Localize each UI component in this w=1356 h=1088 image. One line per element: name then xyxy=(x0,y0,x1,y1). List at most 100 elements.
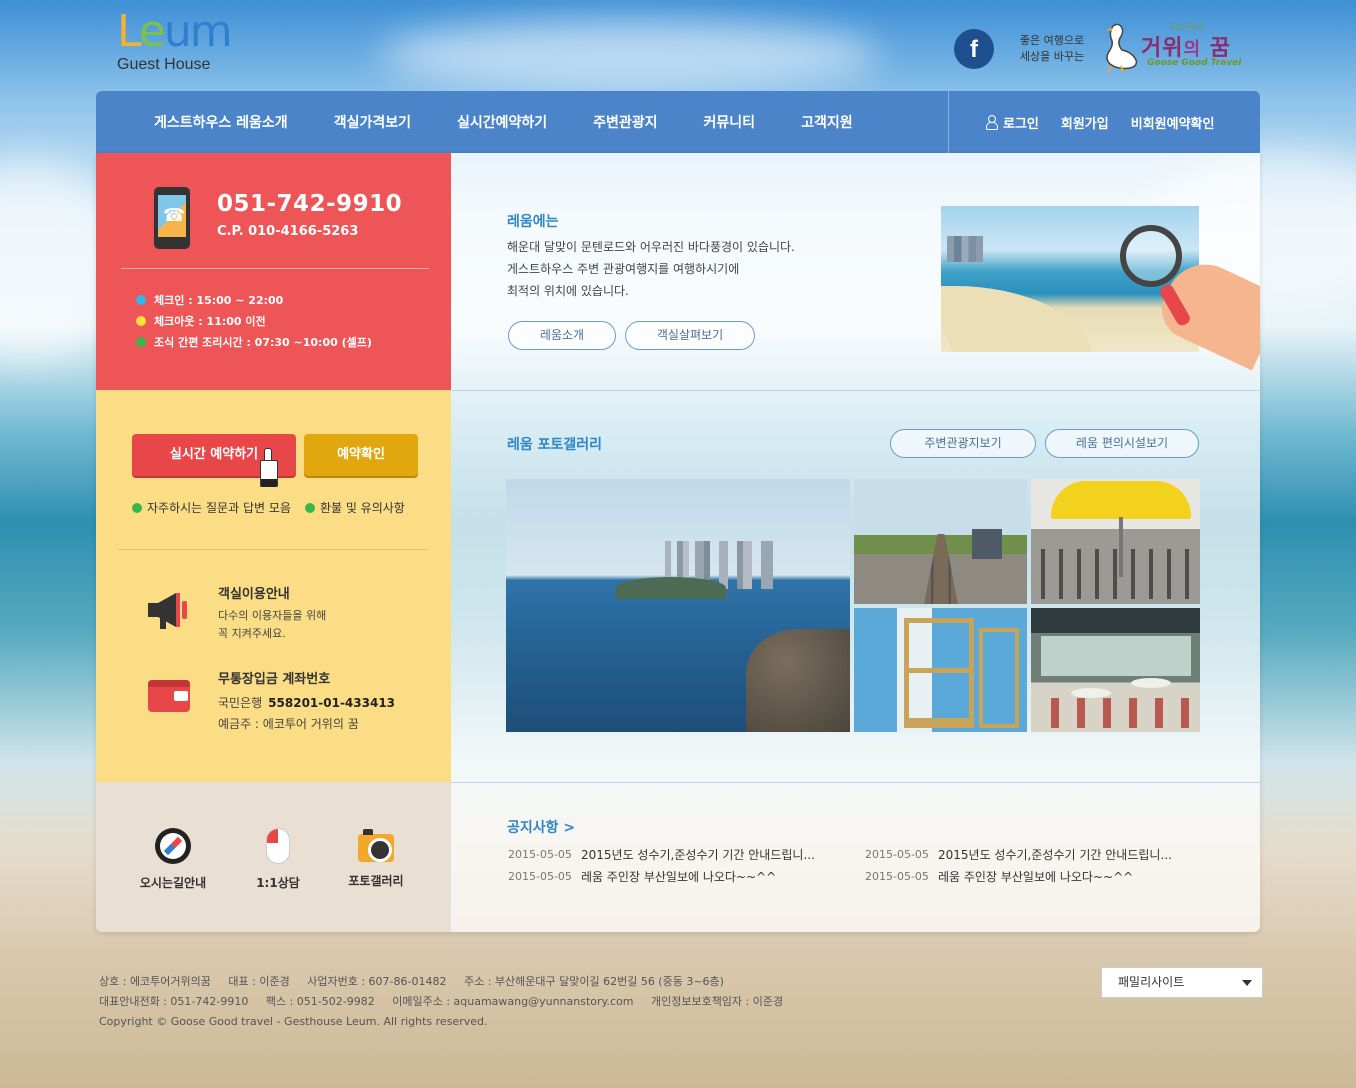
gallery-photo-main[interactable] xyxy=(506,479,850,732)
nav-divider xyxy=(948,91,949,153)
quick-link-label: 포토갤러리 xyxy=(348,874,404,888)
signup-link[interactable]: 회원가입 xyxy=(1061,113,1109,132)
main-nav: 게스트하우스 레움소개 객실가격보기 실시간예약하기 주변관광지 커뮤니티 고객… xyxy=(96,91,1260,153)
about-line: 최적의 위치에 있습니다. xyxy=(507,284,629,298)
bank-name: 국민은행 xyxy=(218,696,263,710)
footer-fax: 팩스 : 051-502-9982 xyxy=(265,995,375,1008)
account-holder: 예금주 : 에코투어 거위의 꿈 xyxy=(218,717,359,731)
notice-text: 레움 주인장 부산일보에 나오다~~^^ xyxy=(581,869,777,884)
nav-item-room-prices[interactable]: 객실가격보기 xyxy=(334,112,411,132)
bullet-icon xyxy=(136,315,146,326)
quick-link-label: 오시는길안내 xyxy=(139,876,207,890)
refund-link[interactable]: 환불 및 유의사항 xyxy=(304,499,405,516)
footer-email: 이메일주소 : aquamawang@yunnanstory.com xyxy=(392,995,634,1008)
divider xyxy=(451,390,1260,391)
notice-date: 2015-05-05 xyxy=(508,869,572,883)
wallet-icon xyxy=(148,680,190,712)
breakfast-time: 조식 간편 조리시간 : 07:30 ~10:00 (셀프) xyxy=(136,331,372,352)
reservation-confirm-button[interactable]: 예약확인 xyxy=(304,434,418,476)
user-menu: 로그인 회원가입 비회원예약확인 xyxy=(986,91,1236,153)
nearby-attractions-button[interactable]: 주변관광지보기 xyxy=(890,429,1036,458)
footer-copyright: Copyright © Goose Good travel - Gesthous… xyxy=(99,1015,488,1028)
footer-row: 대표안내전화 : 051-742-9910 팩스 : 051-502-9982 … xyxy=(99,992,797,1012)
facilities-button[interactable]: 레움 편의시설보기 xyxy=(1045,429,1199,458)
about-intro-button[interactable]: 레움소개 xyxy=(508,321,616,350)
nav-menu: 게스트하우스 레움소개 객실가격보기 실시간예약하기 주변관광지 커뮤니티 고객… xyxy=(96,112,899,132)
notice-item[interactable]: 2015-05-05 2015년도 성수기,준성수기 기간 안내드립니... xyxy=(865,843,1172,865)
bank-account: 국민은행 558201-01-433413 xyxy=(218,694,395,711)
goose-icon xyxy=(1106,23,1138,73)
quick-link-label: 1:1상담 xyxy=(256,876,300,890)
guest-reservation-link[interactable]: 비회원예약확인 xyxy=(1131,113,1215,132)
notice-text: 2015년도 성수기,준성수기 기간 안내드립니... xyxy=(938,847,1172,862)
notice-item[interactable]: 2015-05-05 2015년도 성수기,준성수기 기간 안내드립니... xyxy=(508,843,815,865)
room-guide-line: 꼭 지켜주세요. xyxy=(218,627,286,640)
nav-item-about[interactable]: 게스트하우스 레움소개 xyxy=(154,112,288,132)
mouse-icon xyxy=(266,828,290,864)
divider xyxy=(451,782,1260,783)
gallery-photo-railway[interactable] xyxy=(854,479,1027,604)
notice-title[interactable]: 공지사항 > xyxy=(507,817,575,837)
cell-phone-number: C.P. 010-4166-5263 xyxy=(217,224,359,239)
footer: 상호 : 에코투어거위의꿈 대표 : 이준경 사업자번호 : 607-86-01… xyxy=(99,972,797,1032)
login-link[interactable]: 로그인 xyxy=(986,113,1039,132)
quick-link-directions[interactable]: 오시는길안내 xyxy=(128,828,218,891)
notice-item[interactable]: 2015-05-05 레움 주인장 부산일보에 나오다~~^^ xyxy=(865,865,1172,887)
bullet-icon xyxy=(132,502,142,513)
view-rooms-button[interactable]: 객실살펴보기 xyxy=(625,321,755,350)
footer-privacy: 개인정보보호책임자 : 이준경 xyxy=(650,995,784,1008)
camera-icon xyxy=(358,829,394,862)
gallery-photo-cafe[interactable] xyxy=(1031,608,1200,732)
gallery-photo-terrace[interactable] xyxy=(1031,479,1200,604)
faq-label: 자주하시는 질문과 답변 모음 xyxy=(147,501,291,515)
nav-item-attractions[interactable]: 주변관광지 xyxy=(593,112,657,132)
magnifier-icon xyxy=(1120,225,1182,287)
compass-icon xyxy=(155,828,191,864)
footer-address: 주소 : 부산해운대구 달맞이길 62번길 56 (중동 3~6층) xyxy=(463,975,724,988)
notice-text: 2015년도 성수기,준성수기 기간 안내드립니... xyxy=(581,847,815,862)
checkout-time: 체크아웃 : 11:00 이전 xyxy=(136,310,372,331)
phone-number: 051-742-9910 xyxy=(217,191,403,217)
megaphone-icon xyxy=(148,593,187,629)
left-column: 051-742-9910 C.P. 010-4166-5263 체크인 : 15… xyxy=(96,153,451,932)
person-icon xyxy=(986,115,998,130)
nav-item-realtime-booking[interactable]: 실시간예약하기 xyxy=(457,112,547,132)
nav-item-support[interactable]: 고객지원 xyxy=(801,112,853,132)
gallery-photo-dormitory[interactable] xyxy=(854,608,1027,732)
about-line: 게스트하우스 주변 관광여행지를 여행하시기에 xyxy=(507,262,740,276)
pointer-hand-icon xyxy=(260,448,278,487)
divider xyxy=(121,268,429,269)
checkin-time: 체크인 : 15:00 ~ 22:00 xyxy=(136,289,372,310)
contact-box: 051-742-9910 C.P. 010-4166-5263 체크인 : 15… xyxy=(96,153,451,390)
notice-date: 2015-05-05 xyxy=(508,847,572,861)
breakfast-label: 조식 간편 조리시간 : 07:30 ~10:00 (셀프) xyxy=(154,335,372,349)
slogan-line: 좋은 여행으로 xyxy=(1019,34,1085,47)
family-site-select[interactable]: 패밀리사이트 xyxy=(1101,967,1263,998)
quick-link-consult[interactable]: 1:1상담 xyxy=(233,828,323,891)
footer-row: 상호 : 에코투어거위의꿈 대표 : 이준경 사업자번호 : 607-86-01… xyxy=(99,972,797,992)
notice-item[interactable]: 2015-05-05 레움 주인장 부산일보에 나오다~~^^ xyxy=(508,865,815,887)
quick-link-photo-gallery[interactable]: 포토갤러리 xyxy=(331,828,421,889)
brand-tagline: Goose Good Travel xyxy=(1147,58,1242,68)
phone-icon xyxy=(154,187,190,249)
room-guide-title: 객실이용안내 xyxy=(218,587,290,602)
site-logo[interactable]: Leum Guest House xyxy=(117,6,233,82)
faq-link[interactable]: 자주하시는 질문과 답변 모음 xyxy=(132,499,291,516)
hours-list: 체크인 : 15:00 ~ 22:00 체크아웃 : 11:00 이전 조식 간… xyxy=(136,289,372,352)
checkin-label: 체크인 : 15:00 ~ 22:00 xyxy=(154,293,284,307)
footer-ceo: 대표 : 이준경 xyxy=(228,975,290,988)
bullet-icon xyxy=(136,294,146,305)
nav-item-community[interactable]: 커뮤니티 xyxy=(704,112,756,132)
about-line: 해운대 달맞이 문텐로드와 어우러진 바다풍경이 있습니다. xyxy=(507,240,795,254)
about-title: 레움에는 xyxy=(507,214,559,230)
gallery-title: 레움 포토갤러리 xyxy=(507,437,603,453)
logo-mark: Leum xyxy=(117,6,233,57)
bullet-icon xyxy=(136,336,146,347)
facebook-icon[interactable]: f xyxy=(954,29,994,69)
about-text: 해운대 달맞이 문텐로드와 어우러진 바다풍경이 있습니다. 게스트하우스 주변… xyxy=(507,236,795,302)
notice-list-right: 2015-05-05 2015년도 성수기,준성수기 기간 안내드립니... 20… xyxy=(865,843,1172,887)
footer-bizno: 사업자번호 : 607-86-01482 xyxy=(307,975,447,988)
checkout-label: 체크아웃 : 11:00 이전 xyxy=(154,314,266,328)
brand-logo[interactable]: Eco-Tour 거위의 꿈 Goose Good Travel xyxy=(1095,20,1260,76)
account-number: 558201-01-433413 xyxy=(268,696,396,710)
